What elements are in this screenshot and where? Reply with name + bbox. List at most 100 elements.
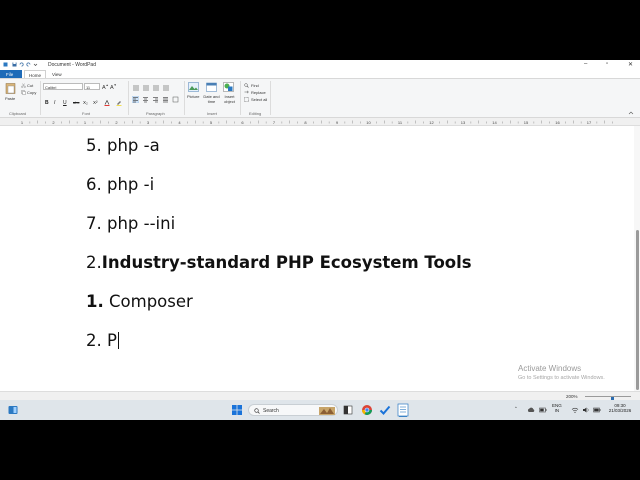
- copy-button[interactable]: Copy: [27, 90, 36, 95]
- separator: [184, 81, 185, 115]
- align-left-icon[interactable]: [132, 96, 139, 103]
- ruler-scale: 1 2 1 2 3 4 5 6 7 8 9 10 11 12 13 14 15 16 17: [21, 120, 613, 125]
- cloud-icon[interactable]: [527, 406, 535, 414]
- date-time-icon[interactable]: [206, 82, 217, 92]
- font-size-select[interactable]: 11: [84, 83, 100, 90]
- editing-group-label: Editing: [249, 111, 262, 116]
- minimize-icon[interactable]: –: [584, 61, 587, 67]
- paragraph-group-label: Paragraph: [146, 111, 165, 116]
- redo-icon[interactable]: [26, 62, 31, 67]
- picture-button[interactable]: Picture: [187, 94, 199, 99]
- justify-icon[interactable]: [162, 96, 169, 103]
- select-all-button[interactable]: Select all: [251, 97, 267, 102]
- tab-file[interactable]: File: [0, 70, 22, 78]
- paste-label[interactable]: Paste: [5, 96, 15, 101]
- clock[interactable]: 09:30 21/03/2026: [606, 403, 634, 413]
- ruler-label: 6: [241, 120, 244, 125]
- replace-icon[interactable]: [244, 90, 249, 95]
- window-title: Document - WordPad: [48, 61, 96, 68]
- vertical-scrollbar[interactable]: [634, 126, 640, 400]
- replace-button[interactable]: Replace: [251, 90, 266, 95]
- undo-icon[interactable]: [19, 62, 24, 67]
- ruler-label: 4: [178, 120, 181, 125]
- document-line[interactable]: 6. php -i: [86, 175, 154, 194]
- volume-icon[interactable]: [582, 406, 590, 414]
- wifi-icon[interactable]: [571, 406, 579, 414]
- highlight-icon[interactable]: [116, 100, 122, 106]
- maximize-icon[interactable]: ▫: [606, 61, 608, 67]
- activation-title: Activate Windows: [518, 364, 582, 373]
- paste-icon[interactable]: [5, 82, 16, 94]
- widgets-icon[interactable]: [8, 405, 18, 415]
- italic-button[interactable]: I: [54, 100, 55, 106]
- insert-object-button[interactable]: Insert object: [221, 94, 238, 104]
- find-button[interactable]: Find: [251, 83, 259, 88]
- clipboard-group-label: Clipboard: [9, 111, 27, 116]
- separator: [128, 81, 129, 115]
- ruler-label: 5: [210, 120, 213, 125]
- ruler-label: 2: [52, 120, 55, 125]
- ruler-label: 3: [147, 120, 150, 125]
- document-line[interactable]: 2. P: [86, 331, 119, 350]
- separator: [240, 81, 241, 115]
- collapse-ribbon-icon[interactable]: [628, 111, 634, 115]
- ruler-label: 15: [524, 120, 529, 125]
- align-right-icon[interactable]: [152, 96, 159, 103]
- chrome-icon[interactable]: [361, 404, 373, 416]
- paragraph-list-controls[interactable]: [132, 84, 172, 92]
- underline-button[interactable]: U: [63, 100, 67, 106]
- insert-object-icon[interactable]: [223, 82, 234, 92]
- bold-button[interactable]: B: [45, 100, 49, 106]
- document-line[interactable]: 7. php --ini: [86, 214, 175, 233]
- copy-icon[interactable]: [21, 90, 26, 95]
- document-line[interactable]: 2.Industry-standard PHP Ecosystem Tools: [86, 253, 472, 272]
- search-highlight-icon: [319, 407, 335, 415]
- document-line[interactable]: 1. Composer: [86, 292, 193, 311]
- align-center-icon[interactable]: [142, 96, 149, 103]
- ruler-label: 9: [336, 120, 339, 125]
- find-icon[interactable]: [244, 83, 249, 88]
- paragraph-settings-icon[interactable]: [172, 96, 179, 103]
- screen: Document - WordPad – ▫ ✕ File Home View …: [0, 60, 640, 420]
- strikethrough-button[interactable]: abc: [73, 100, 79, 105]
- ruler-label: 1: [21, 120, 24, 125]
- save-icon[interactable]: [12, 62, 17, 67]
- cut-button[interactable]: Cut: [27, 83, 33, 88]
- language-indicator[interactable]: ENG IN: [552, 403, 562, 413]
- ruler-label: 17: [587, 120, 592, 125]
- date-time-button[interactable]: Date and time: [203, 94, 220, 104]
- taskbar-search[interactable]: Search: [248, 404, 338, 416]
- task-view-icon[interactable]: [343, 405, 353, 415]
- checkmark-app-icon[interactable]: [379, 404, 391, 416]
- zoom-slider[interactable]: [585, 396, 631, 403]
- cut-icon[interactable]: [21, 83, 26, 88]
- ruler-label: 7: [273, 120, 276, 125]
- grow-font-button[interactable]: A▲: [102, 83, 109, 91]
- customize-toolbar-icon[interactable]: [33, 62, 38, 67]
- close-icon[interactable]: ✕: [628, 61, 633, 68]
- document-line[interactable]: 5. php -a: [86, 136, 160, 155]
- tab-view[interactable]: View: [48, 70, 68, 78]
- ribbon: Paste Cut Copy Clipboard Calibri 11 A▲ A…: [0, 78, 640, 118]
- battery-icon[interactable]: [539, 406, 547, 414]
- zoom-level: 200%: [566, 394, 578, 399]
- font-group-label: Font: [82, 111, 91, 116]
- subscript-button[interactable]: X₂: [83, 100, 88, 105]
- shrink-font-button[interactable]: A▼: [110, 83, 117, 91]
- battery-status-icon[interactable]: [593, 406, 601, 414]
- ruler-label: 14: [492, 120, 497, 125]
- wordpad-taskbar-icon[interactable]: [397, 403, 409, 417]
- start-icon[interactable]: [232, 405, 242, 415]
- scrollbar-thumb[interactable]: [635, 230, 639, 390]
- select-all-icon[interactable]: [244, 97, 249, 102]
- font-family-select[interactable]: Calibri: [43, 83, 83, 90]
- text-color-icon[interactable]: [104, 100, 110, 106]
- taskbar: Search ⌃ ENG IN 09:30 21/03/2026: [0, 400, 640, 420]
- wordpad-app-icon: [3, 62, 8, 67]
- superscript-button[interactable]: X²: [93, 100, 98, 105]
- ruler[interactable]: 1 2 1 2 3 4 5 6 7 8 9 10 11 12 13 14 15 16 17: [0, 118, 640, 126]
- picture-icon[interactable]: [188, 82, 199, 92]
- document-area[interactable]: 5. php -a 6. php -i 7. php --ini 2.Indus…: [0, 126, 634, 400]
- tab-home[interactable]: Home: [24, 70, 46, 78]
- show-hidden-icons-icon[interactable]: ⌃: [514, 406, 518, 412]
